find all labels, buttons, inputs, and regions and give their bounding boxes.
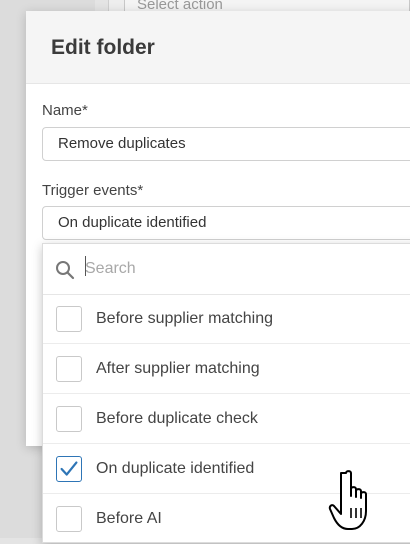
trigger-events-select[interactable]: On duplicate identified [42, 206, 410, 240]
name-label: Name* [42, 102, 88, 119]
option-before-duplicate-check[interactable]: Before duplicate check [43, 394, 410, 444]
option-after-supplier-matching[interactable]: After supplier matching [43, 344, 410, 394]
option-label: Before supplier matching [96, 310, 273, 327]
search-icon [56, 261, 75, 280]
option-checkbox[interactable] [56, 356, 82, 382]
option-checkbox[interactable] [56, 506, 82, 532]
modal-header: Edit folder [26, 11, 410, 84]
option-label: Before AI [96, 510, 162, 527]
option-checkbox-checked[interactable] [56, 456, 82, 482]
option-checkbox[interactable] [56, 306, 82, 332]
dropdown-search [43, 244, 410, 295]
checkmark-icon [60, 461, 78, 476]
search-input[interactable] [85, 256, 385, 282]
modal-title: Edit folder [51, 36, 155, 59]
option-label: Before duplicate check [96, 410, 258, 427]
option-before-supplier-matching[interactable]: Before supplier matching [43, 294, 410, 344]
option-label: After supplier matching [96, 360, 260, 377]
text-caret [85, 256, 86, 276]
option-label: On duplicate identified [96, 460, 255, 477]
hand-pointer-icon [328, 470, 367, 530]
trigger-events-label: Trigger events* [42, 182, 144, 199]
option-checkbox[interactable] [56, 406, 82, 432]
name-input[interactable]: Remove duplicates [42, 127, 410, 161]
